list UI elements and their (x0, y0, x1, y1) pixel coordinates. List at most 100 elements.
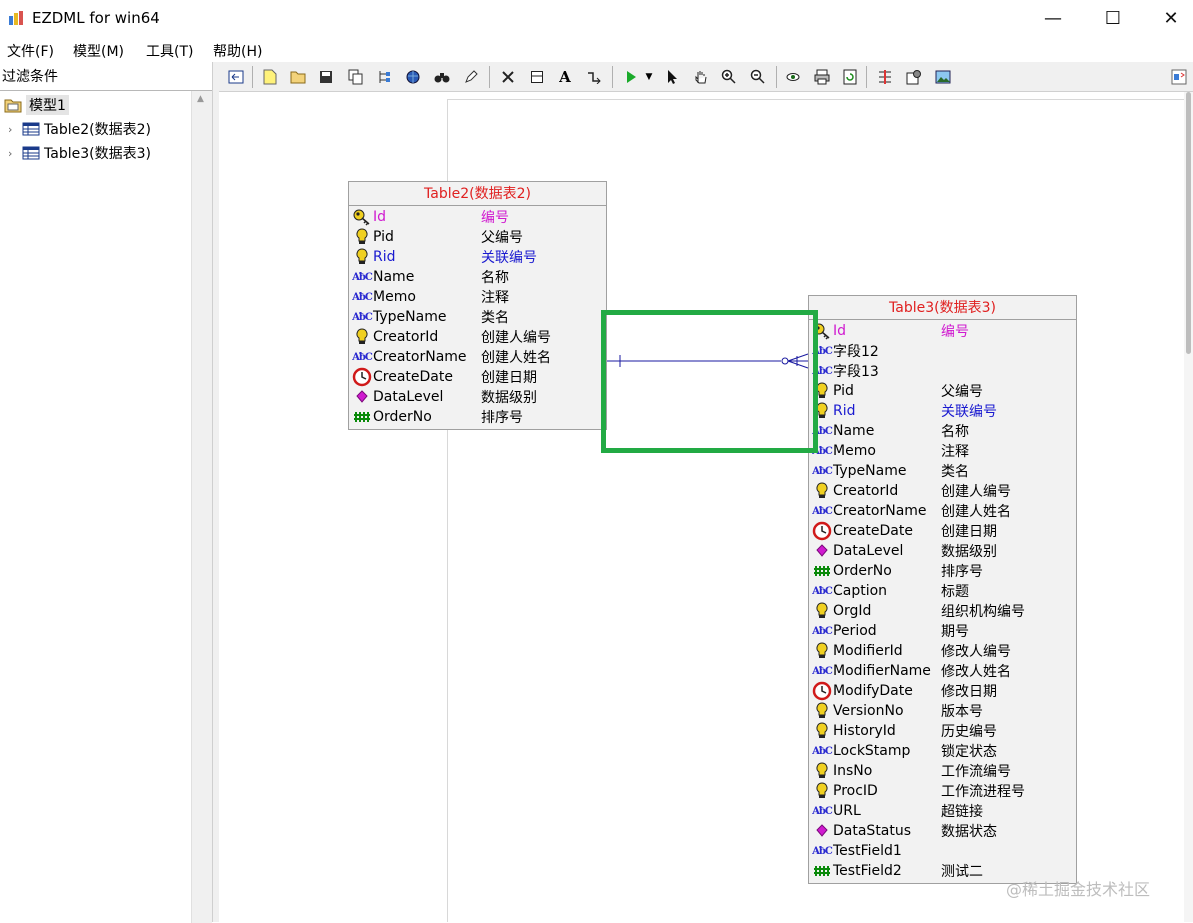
save-icon[interactable] (316, 67, 336, 87)
toolbar-separator (489, 66, 490, 88)
field-row[interactable]: VersionNo 版本号 (811, 701, 1076, 721)
field-row[interactable]: DataLevel 数据级别 (351, 387, 606, 407)
field-row[interactable]: AƀC 字段12 (811, 341, 1076, 361)
field-row[interactable]: AƀC Memo 注释 (351, 287, 606, 307)
field-row[interactable]: CreateDate 创建日期 (811, 521, 1076, 541)
field-row[interactable]: AƀC CreatorName 创建人姓名 (811, 501, 1076, 521)
scroll-thumb[interactable] (1186, 92, 1191, 354)
field-name: ModifyDate (833, 683, 913, 699)
globe-icon[interactable] (403, 67, 423, 87)
field-caption: 超链接 (941, 804, 983, 820)
field-row[interactable]: AƀC TypeName 类名 (351, 307, 606, 327)
field-row[interactable]: AƀC TypeName 类名 (811, 461, 1076, 481)
copy-icon[interactable] (346, 67, 366, 87)
field-row[interactable]: AƀC LockStamp 锁定状态 (811, 741, 1076, 761)
field-caption: 类名 (481, 310, 509, 326)
entity-table3[interactable]: Table3(数据表3) Id 编号 AƀC 字段12 AƀC 字段13 Pid 父编号 Rid… (808, 295, 1077, 884)
field-row[interactable]: Pid 父编号 (351, 227, 606, 247)
field-row[interactable]: InsNo 工作流编号 (811, 761, 1076, 781)
text-icon[interactable]: A (555, 67, 575, 87)
import-icon[interactable] (875, 67, 895, 87)
dropdown-icon[interactable]: ▼ (639, 67, 659, 87)
field-row[interactable]: AƀC Name 名称 (811, 421, 1076, 441)
pointer-icon[interactable] (662, 67, 682, 87)
back-icon[interactable] (226, 67, 246, 87)
tree-item-model[interactable]: 模型1 (4, 94, 69, 116)
maximize-button[interactable]: ☐ (1085, 0, 1141, 36)
field-row[interactable]: AƀC TestField1 (811, 841, 1076, 861)
diagram-canvas[interactable]: Table2(数据表2) Id 编号 Pid 父编号 Rid 关联编号 AƀC Name 名称 A… (219, 92, 1193, 922)
new-icon[interactable] (260, 67, 280, 87)
field-row[interactable]: Rid 关联编号 (811, 401, 1076, 421)
binoculars-icon[interactable] (432, 67, 452, 87)
settings-icon[interactable] (904, 67, 924, 87)
eye-icon[interactable] (783, 67, 803, 87)
menu-tools[interactable]: 工具(T) (146, 41, 193, 61)
field-row[interactable]: Id 编号 (351, 207, 606, 227)
field-name: CreatorId (373, 329, 439, 345)
field-row[interactable]: HistoryId 历史编号 (811, 721, 1076, 741)
field-row[interactable]: AƀC Name 名称 (351, 267, 606, 287)
field-row[interactable]: AƀC Memo 注释 (811, 441, 1076, 461)
hand-icon[interactable] (691, 67, 711, 87)
rect-icon[interactable] (527, 67, 547, 87)
field-row[interactable]: Id 编号 (811, 321, 1076, 341)
tree-icon[interactable] (375, 67, 395, 87)
field-row[interactable]: AƀC ModifierName 修改人姓名 (811, 661, 1076, 681)
field-row[interactable]: DataLevel 数据级别 (811, 541, 1076, 561)
field-caption: 数据级别 (481, 390, 537, 406)
bulb-icon (811, 761, 833, 781)
link-icon[interactable] (584, 67, 604, 87)
field-row[interactable]: CreatorId 创建人编号 (351, 327, 606, 347)
refresh-icon[interactable] (840, 67, 860, 87)
filter-label[interactable]: 过滤条件 (2, 66, 58, 86)
field-row[interactable]: ProcID 工作流进程号 (811, 781, 1076, 801)
canvas-scrollbar[interactable] (1184, 92, 1193, 922)
field-row[interactable]: ModifyDate 修改日期 (811, 681, 1076, 701)
field-name: HistoryId (833, 723, 896, 739)
pencil-icon[interactable] (461, 67, 481, 87)
entity-table2[interactable]: Table2(数据表2) Id 编号 Pid 父编号 Rid 关联编号 AƀC Name 名称 A… (348, 181, 607, 430)
chevron-right-icon[interactable]: › (8, 123, 22, 136)
zoom-out-icon[interactable] (748, 67, 768, 87)
field-row[interactable]: ModifierId 修改人编号 (811, 641, 1076, 661)
scroll-up-icon[interactable]: ▲ (197, 94, 204, 104)
field-name: Memo (833, 443, 876, 459)
print-icon[interactable] (812, 67, 832, 87)
window-title: EZDML for win64 (32, 9, 160, 27)
field-row[interactable]: OrderNo 排序号 (811, 561, 1076, 581)
field-row[interactable]: AƀC Period 期号 (811, 621, 1076, 641)
chevron-right-icon[interactable]: › (8, 147, 22, 160)
tree-item-table3[interactable]: › Table3(数据表3) (8, 142, 151, 164)
field-row[interactable]: AƀC URL 超链接 (811, 801, 1076, 821)
field-row[interactable]: CreatorId 创建人编号 (811, 481, 1076, 501)
field-caption: 父编号 (481, 230, 523, 246)
field-row[interactable]: Rid 关联编号 (351, 247, 606, 267)
delete-icon[interactable] (498, 67, 518, 87)
minimize-button[interactable]: — (1025, 0, 1081, 36)
field-row[interactable]: Pid 父编号 (811, 381, 1076, 401)
run-icon[interactable] (621, 67, 641, 87)
menu-model[interactable]: 模型(M) (73, 41, 124, 61)
folder-icon (4, 99, 22, 113)
tree-scrollbar[interactable]: ▲ (191, 91, 212, 923)
close-button[interactable]: ✕ (1143, 0, 1193, 36)
field-row[interactable]: OrderNo 排序号 (351, 407, 606, 427)
field-row[interactable]: CreateDate 创建日期 (351, 367, 606, 387)
panel-icon[interactable] (1169, 67, 1189, 87)
toolbar: A ▼ (219, 62, 1193, 92)
tree-item-table2[interactable]: › Table2(数据表2) (8, 118, 151, 140)
menu-help[interactable]: 帮助(H) (213, 41, 262, 61)
zoom-in-icon[interactable] (719, 67, 739, 87)
field-row[interactable]: OrgId 组织机构编号 (811, 601, 1076, 621)
field-row[interactable]: AƀC Caption 标题 (811, 581, 1076, 601)
menu-file[interactable]: 文件(F) (7, 41, 54, 61)
open-icon[interactable] (288, 67, 308, 87)
field-caption: 修改人姓名 (941, 664, 1011, 680)
field-row[interactable]: DataStatus 数据状态 (811, 821, 1076, 841)
field-row[interactable]: AƀC 字段13 (811, 361, 1076, 381)
field-caption: 类名 (941, 464, 969, 480)
image-icon[interactable] (933, 67, 953, 87)
field-row[interactable]: AƀC CreatorName 创建人姓名 (351, 347, 606, 367)
diamond-icon (811, 821, 833, 841)
